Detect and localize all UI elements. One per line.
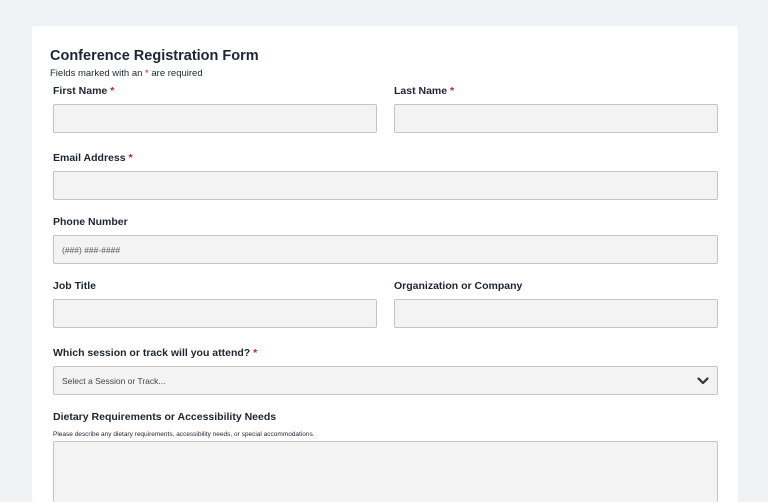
- job-title-input[interactable]: [53, 299, 377, 328]
- required-note-suffix: are required: [148, 68, 203, 79]
- first-name-required-star: *: [110, 85, 115, 97]
- first-name-label: First Name *: [53, 85, 114, 97]
- session-required-star: *: [253, 347, 258, 359]
- dietary-textarea[interactable]: [53, 441, 718, 502]
- last-name-required-star: *: [450, 85, 455, 97]
- job-title-label: Job Title: [53, 280, 96, 292]
- organization-label: Organization or Company: [394, 280, 523, 292]
- registration-form-card: Conference Registration Form Fields mark…: [32, 26, 738, 502]
- form-title: Conference Registration Form: [50, 48, 259, 64]
- last-name-label-text: Last Name: [394, 85, 448, 97]
- last-name-label: Last Name *: [394, 85, 454, 97]
- session-label: Which session or track will you attend? …: [53, 347, 257, 359]
- email-required-star: *: [128, 152, 133, 164]
- dietary-help-text: Please describe any dietary requirements…: [53, 431, 315, 438]
- last-name-input[interactable]: [394, 104, 718, 133]
- email-input[interactable]: [53, 171, 718, 200]
- required-fields-note: Fields marked with an * are required: [50, 68, 203, 79]
- chevron-down-icon: [697, 376, 709, 384]
- phone-input[interactable]: [53, 235, 718, 264]
- session-label-text: Which session or track will you attend?: [53, 347, 251, 359]
- email-label: Email Address *: [53, 152, 133, 164]
- session-select[interactable]: Select a Session or Track...: [53, 366, 718, 395]
- dietary-label: Dietary Requirements or Accessibility Ne…: [53, 411, 277, 423]
- organization-input[interactable]: [394, 299, 718, 328]
- first-name-input[interactable]: [53, 104, 377, 133]
- email-label-text: Email Address: [53, 152, 126, 164]
- first-name-label-text: First Name: [53, 85, 108, 97]
- required-note-prefix: Fields marked with an: [50, 68, 146, 79]
- session-select-value: Select a Session or Track...: [62, 375, 166, 386]
- phone-label: Phone Number: [53, 216, 128, 228]
